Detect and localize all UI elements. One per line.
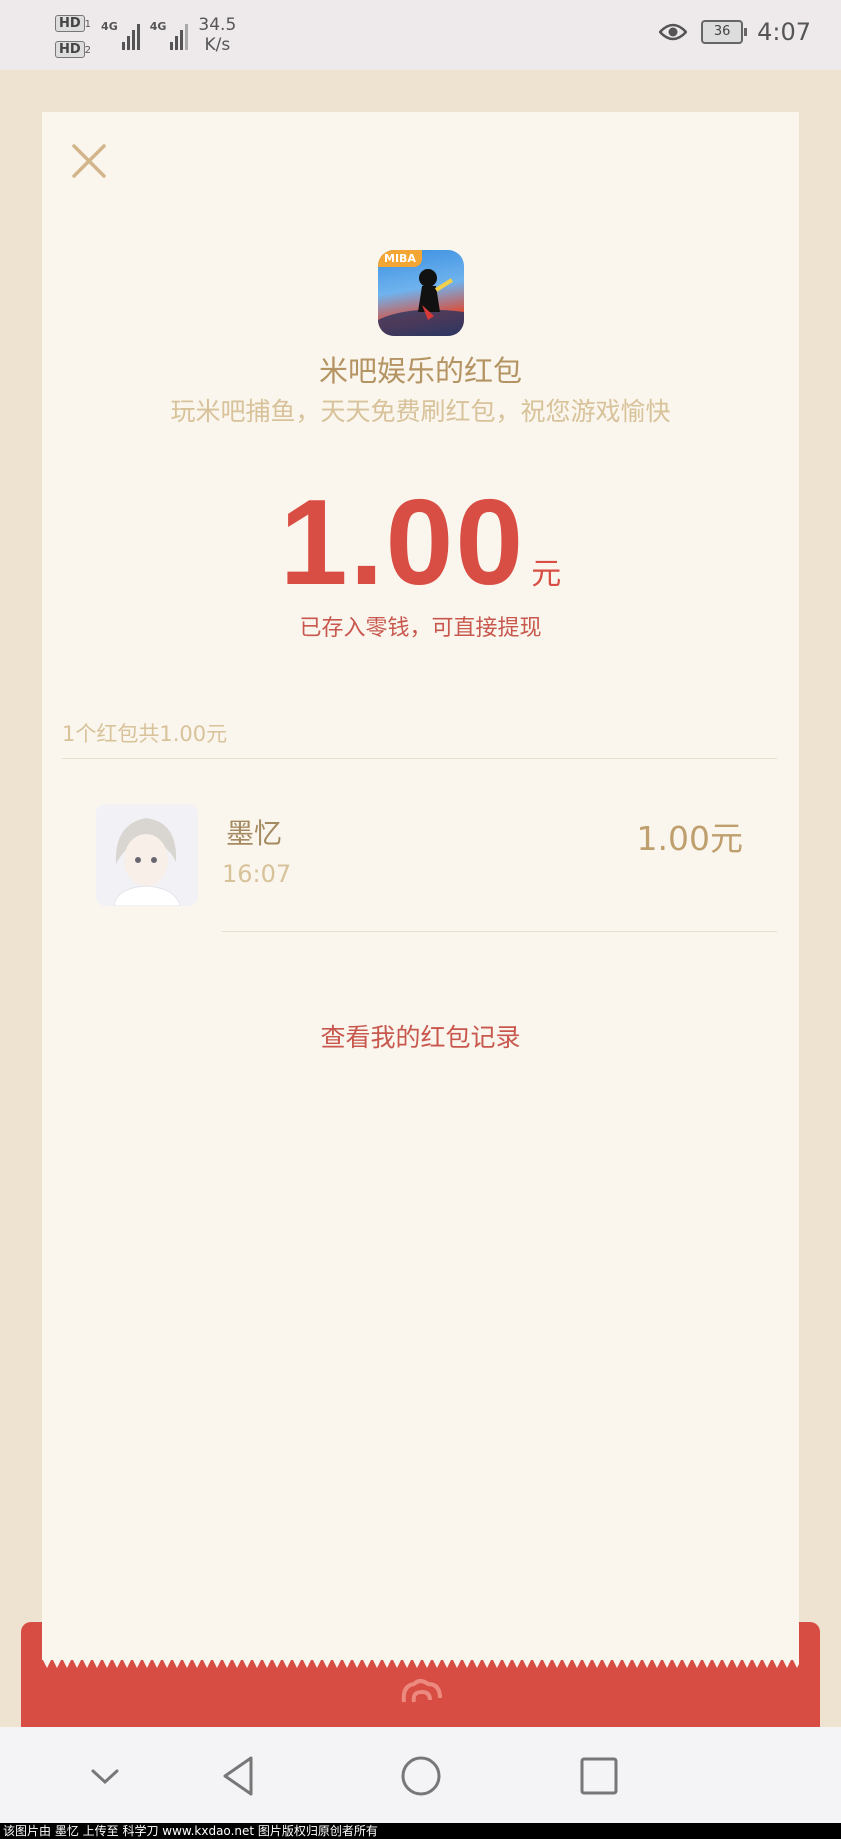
view-records-link[interactable]: 查看我的红包记录 <box>42 1018 799 1054</box>
avatar[interactable] <box>96 804 198 906</box>
hd-badge: HD <box>55 15 85 32</box>
game-character-icon <box>378 269 464 336</box>
cloud-logo-icon <box>401 1679 442 1703</box>
recipient-name: 墨忆 <box>226 817 283 850</box>
recents-square-icon[interactable] <box>574 1751 624 1801</box>
hd-1: HD 1 <box>55 12 91 32</box>
hd-2: HD 2 <box>55 38 91 58</box>
received-amount: 1.00元 <box>636 819 743 858</box>
divider <box>62 758 777 759</box>
divider <box>222 931 777 932</box>
battery-icon: 36 <box>701 20 748 44</box>
network-type-2: 4G <box>149 20 167 33</box>
network-speed: 34.5 K/s <box>198 15 236 55</box>
packet-summary: 1个红包共1.00元 <box>62 722 228 746</box>
signal-bars-icon <box>121 20 140 50</box>
speed-value: 34.5 <box>198 15 237 35</box>
signal-bars-icon <box>170 20 189 50</box>
back-triangle-icon[interactable] <box>216 1751 266 1801</box>
status-left: HD 1 HD 2 4G 4G 34.5 K/s <box>55 12 236 58</box>
navigation-bar <box>0 1727 841 1823</box>
amount-unit: 元 <box>531 557 562 592</box>
avatar-image <box>96 804 198 906</box>
status-bar: HD 1 HD 2 4G 4G 34.5 K/s 36 4:07 <box>0 0 841 70</box>
received-time: 16:07 <box>222 860 292 888</box>
close-icon[interactable] <box>70 142 108 180</box>
sender-title: 米吧娱乐的红包 <box>318 354 522 388</box>
eye-icon <box>659 23 688 41</box>
network-type-1: 4G <box>101 20 118 33</box>
sim-1: 1 <box>84 19 92 30</box>
signal-1: 4G <box>101 20 140 50</box>
greeting-message: 玩米吧捕鱼，天天免费刷红包，祝您游戏愉快 <box>170 397 671 426</box>
home-circle-icon[interactable] <box>396 1751 446 1801</box>
status-right: 36 4:07 <box>659 18 811 46</box>
hd-badge: HD <box>55 41 85 58</box>
hd-indicators: HD 1 HD 2 <box>55 12 91 58</box>
amount-value: 1.00 <box>279 474 526 610</box>
signal-2: 4G <box>150 20 189 50</box>
saved-to-wallet-note: 已存入零钱，可直接提现 <box>299 616 542 641</box>
zigzag-edge <box>42 1658 799 1668</box>
red-packet-card: MIBA 米吧娱乐的红包 玩米吧捕鱼，天天免费刷红包，祝您游戏愉快 1.00 元 … <box>42 112 799 1668</box>
clock: 4:07 <box>757 18 811 46</box>
speed-unit: K/s <box>204 35 231 55</box>
chevron-down-icon[interactable] <box>80 1751 130 1801</box>
sim-2: 2 <box>84 45 92 56</box>
amount-display: 1.00 元 <box>42 472 799 612</box>
watermark-footer: 该图片由 墨忆 上传至 科学刀 www.kxdao.net 图片版权归原创者所有 <box>0 1823 841 1839</box>
app-icon: MIBA <box>378 250 464 336</box>
